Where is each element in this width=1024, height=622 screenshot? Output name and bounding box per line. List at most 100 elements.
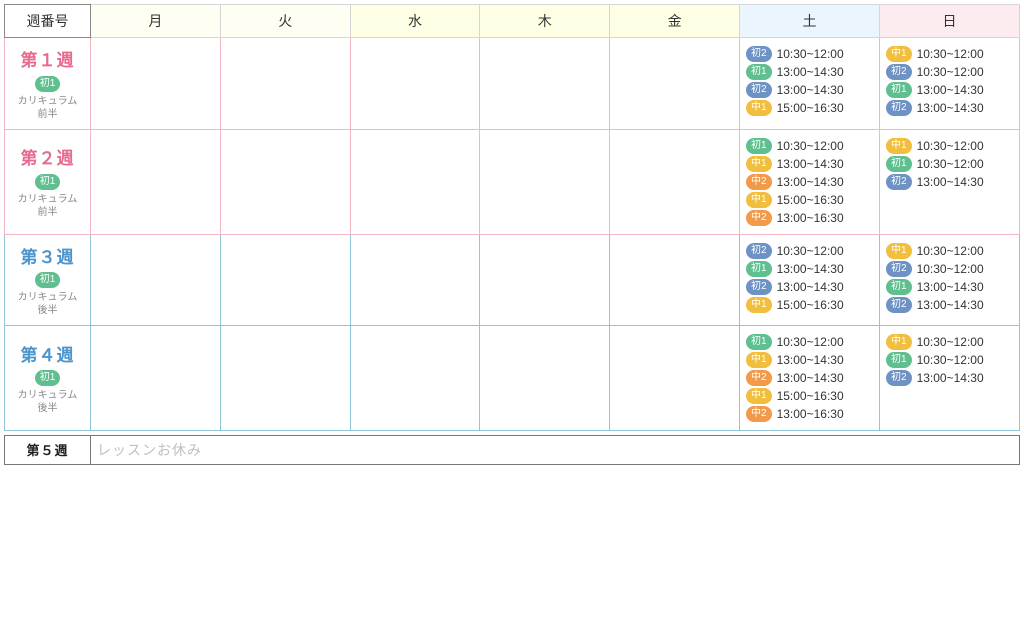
week-label-cell: 第１週初1 カリキュラム 前半 (5, 38, 91, 130)
week-badge: 初1 (35, 174, 61, 190)
slot-time: 10:30~12:00 (917, 244, 984, 258)
level-badge: 初2 (746, 82, 772, 98)
week-label-cell: 第２週初1カリキュラム 前半 (5, 129, 91, 234)
slot-time: 10:30~12:00 (917, 262, 984, 276)
week-curriculum-label: カリキュラム 前半 (7, 95, 88, 121)
level-badge: 初2 (886, 174, 912, 190)
level-badge: 初2 (746, 279, 772, 295)
lesson-slot: 中1 10:30~12:00 (886, 243, 1015, 259)
empty-cell (610, 38, 740, 130)
slot-time: 10:30~12:00 (917, 47, 984, 61)
week5-title: 第５週 (5, 436, 91, 465)
slot-time: 10:30~12:00 (917, 353, 984, 367)
week-row-2: 第２週初1カリキュラム 前半初110:30~12:00中113:00~14:30… (5, 129, 1020, 234)
sat-cell: 初210:30~12:00初113:00~14:30初213:00~14:30中… (740, 38, 880, 130)
level-badge: 初2 (886, 100, 912, 116)
week-badge: 初1 (35, 272, 61, 288)
week-title: 第２週 (7, 144, 88, 169)
week-label-cell: 第３週初1カリキュラム 後半 (5, 234, 91, 326)
lesson-slot: 中2 13:00~14:30 (746, 174, 875, 190)
week5-row: 第５週 レッスンお休み (5, 436, 1020, 465)
lesson-slot: 初213:00~14:30 (886, 297, 1015, 313)
empty-cell (480, 129, 610, 234)
slot-time: 10:30~12:00 (917, 139, 984, 153)
level-badge: 初2 (746, 243, 772, 259)
sun-cell: 中1 10:30~12:00 初1 10:30~12:00 初2 13:00~14:30 (880, 326, 1020, 431)
slot-time: 15:00~16:30 (777, 101, 844, 115)
lesson-slot: 中115:00~16:30 (746, 100, 875, 116)
lesson-slot: 初210:30~12:00 (886, 261, 1015, 277)
level-badge: 中2 (746, 210, 772, 226)
slot-time: 10:30~12:00 (917, 157, 984, 171)
week-row-3: 第３週初1カリキュラム 後半初210:30~12:00初113:00~14:30… (5, 234, 1020, 326)
level-badge: 初1 (886, 352, 912, 368)
level-badge: 中1 (746, 156, 772, 172)
lesson-slot: 初2 10:30~12:00 (886, 64, 1015, 80)
header-wed: 水 (350, 5, 480, 38)
lesson-slot: 初110:30~12:00 (746, 334, 875, 350)
empty-cell (91, 326, 221, 431)
level-badge: 中1 (746, 352, 772, 368)
week-badge: 初1 (35, 370, 61, 386)
week-title: 第４週 (7, 341, 88, 366)
level-badge: 中2 (746, 406, 772, 422)
sun-cell: 中110:30~12:00初210:30~12:00初113:00~14:30初… (880, 234, 1020, 326)
header-sat: 土 (740, 5, 880, 38)
sat-cell: 初110:30~12:00中113:00~14:30中213:00~14:30中… (740, 326, 880, 431)
lesson-slot: 初113:00~14:30 (746, 261, 875, 277)
slot-time: 10:30~12:00 (777, 139, 844, 153)
lesson-slot: 中110:30~12:00 (886, 138, 1015, 154)
header-thu: 木 (480, 5, 610, 38)
slot-time: 10:30~12:00 (917, 335, 984, 349)
level-badge: 初2 (746, 46, 772, 62)
slot-time: 13:00~14:30 (777, 175, 844, 189)
empty-cell (610, 129, 740, 234)
level-badge: 初1 (886, 279, 912, 295)
empty-cell (480, 326, 610, 431)
lesson-slot: 初1 10:30~12:00 (886, 352, 1015, 368)
header-row: 週番号 月 火 水 木 金 土 日 (5, 5, 1020, 38)
level-badge: 中1 (886, 243, 912, 259)
week-title: 第３週 (7, 243, 88, 268)
level-badge: 中2 (746, 174, 772, 190)
sun-cell: 中1 10:30~12:00 初2 10:30~12:00 初113:00~14:30 初… (880, 38, 1020, 130)
slot-time: 13:00~14:30 (917, 280, 984, 294)
sun-cell: 中110:30~12:00初110:30~12:00初213:00~14:30 (880, 129, 1020, 234)
empty-cell (91, 234, 221, 326)
level-badge: 中1 (886, 46, 912, 62)
week5-table: 第５週 レッスンお休み (4, 435, 1020, 465)
slot-time: 13:00~14:30 (917, 83, 984, 97)
week-label-cell: 第４週初1 カリキュラム 後半 (5, 326, 91, 431)
sat-cell: 初210:30~12:00初113:00~14:30初213:00~14:30中… (740, 234, 880, 326)
slot-time: 15:00~16:30 (777, 298, 844, 312)
lesson-slot: 初113:00~14:30 (886, 82, 1015, 98)
lesson-slot: 初210:30~12:00 (746, 46, 875, 62)
slot-time: 13:00~16:30 (777, 407, 844, 421)
header-fri: 金 (610, 5, 740, 38)
level-badge: 初2 (886, 64, 912, 80)
week-badge: 初1 (35, 76, 61, 92)
slot-time: 10:30~12:00 (917, 65, 984, 79)
lesson-slot: 初110:30~12:00 (886, 156, 1015, 172)
slot-time: 15:00~16:30 (777, 193, 844, 207)
level-badge: 初2 (886, 370, 912, 386)
empty-cell (220, 234, 350, 326)
empty-cell (610, 326, 740, 431)
slot-time: 13:00~14:30 (917, 371, 984, 385)
level-badge: 中1 (886, 334, 912, 350)
week-row-1: 第１週初1カリキュラム 前半初210:30~12:00初113:00~14:30… (5, 38, 1020, 130)
empty-cell (220, 38, 350, 130)
week-title: 第１週 (7, 46, 88, 71)
empty-cell (350, 38, 480, 130)
week5-note: レッスンお休み (97, 442, 202, 458)
level-badge: 初1 (746, 138, 772, 154)
sat-cell: 初110:30~12:00中113:00~14:30中213:00~14:30中… (740, 129, 880, 234)
slot-time: 13:00~16:30 (777, 211, 844, 225)
level-badge: 初2 (886, 297, 912, 313)
header-mon: 月 (91, 5, 221, 38)
slot-time: 13:00~14:30 (777, 371, 844, 385)
lesson-slot: 中1 10:30~12:00 (886, 334, 1015, 350)
empty-cell (91, 38, 221, 130)
week-curriculum-label: カリキュラム 後半 (7, 389, 88, 415)
slot-time: 13:00~14:30 (777, 83, 844, 97)
